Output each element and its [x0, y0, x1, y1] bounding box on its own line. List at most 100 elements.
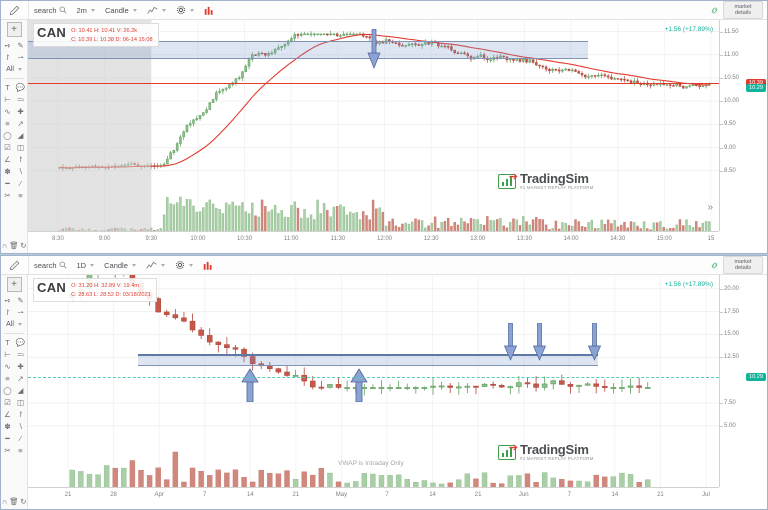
brush-icon[interactable]: ✽ [2, 421, 14, 432]
up-arrow-annotation[interactable] [241, 367, 259, 402]
volume-toggle[interactable] [198, 256, 218, 274]
horizontal-ray-icon[interactable]: ━ [2, 178, 14, 189]
parallel-channel-icon[interactable]: ≕ [15, 349, 27, 360]
layer-filter-dropdown[interactable]: All [6, 321, 22, 328]
cursor-icon[interactable]: ➺ [2, 40, 14, 51]
shape-icon[interactable]: ◢ [15, 130, 27, 141]
settings-selector[interactable] [170, 256, 198, 274]
wave-icon[interactable]: ∿ [2, 106, 14, 117]
list-icon[interactable]: ≡ [15, 445, 27, 456]
ray-icon[interactable]: ∖ [15, 166, 27, 177]
ellipse-icon[interactable]: ◯ [2, 385, 14, 396]
restore-icon[interactable]: ↻ [20, 496, 27, 507]
angle-icon[interactable]: ∠ [2, 409, 14, 420]
search-input[interactable]: search [29, 1, 72, 19]
trend-line-icon[interactable]: ↗ [15, 118, 27, 129]
chart-type-selector[interactable]: Candle [100, 1, 142, 19]
indicator-selector[interactable] [141, 256, 170, 274]
link-icon[interactable] [710, 6, 719, 15]
timeframe-selector[interactable]: 1D [72, 256, 100, 274]
pitchfork-icon[interactable]: ↾ [15, 409, 27, 420]
trash-icon[interactable]: 🗑 [9, 240, 19, 251]
trend-line-icon[interactable]: ↗ [15, 373, 27, 384]
magnet-icon[interactable]: ∩ [1, 496, 8, 507]
daily-plot[interactable]: VWAP is Intraday Only ➔ TradingSim #1 MA… [28, 275, 719, 487]
pencil-icon[interactable] [1, 256, 29, 274]
crosshair-line-icon[interactable]: ✚ [15, 361, 27, 372]
measure-icon[interactable]: ◫ [15, 397, 27, 408]
note-icon[interactable]: 💬 [15, 337, 27, 348]
layer-filter-dropdown[interactable]: All [6, 66, 22, 73]
crosshair-tool-button[interactable]: + [6, 22, 22, 37]
note-icon[interactable]: 💬 [15, 82, 27, 93]
text-icon[interactable]: T [2, 337, 14, 348]
horizontal-line-icon[interactable]: ⊢ [2, 349, 14, 360]
brush-icon[interactable]: ✽ [2, 166, 14, 177]
intraday-price-axis[interactable]: 11.5011.0010.5010.009.509.008.5010.3910.… [719, 20, 767, 231]
link-icon[interactable] [710, 261, 719, 270]
intraday-chart-area[interactable]: ➔ TradingSim #1 MARKET REPLAY PLATFORM »… [28, 20, 767, 253]
parallel-channel-icon[interactable]: ≕ [15, 94, 27, 105]
horizontal-line-icon[interactable]: ⊢ [2, 94, 14, 105]
undo-icon[interactable]: ↾ [2, 307, 14, 318]
fib-icon[interactable]: ≡ [2, 373, 14, 384]
daily-time-axis[interactable]: 21 28 Apr 7 14 21 May 7 14 21 Jun 7 14 21 Jul [28, 487, 719, 509]
support-zone-annotation[interactable] [138, 355, 598, 366]
intraday-plot[interactable]: ➔ TradingSim #1 MARKET REPLAY PLATFORM » [28, 20, 719, 231]
price-tick: 7.50 [720, 400, 736, 406]
down-arrow-annotation[interactable] [588, 323, 601, 362]
pitchfork-icon[interactable]: ↾ [15, 154, 27, 165]
shape-icon[interactable]: ◢ [15, 385, 27, 396]
text-icon[interactable]: T [2, 82, 14, 93]
price-pill[interactable]: 10.29 [746, 83, 766, 92]
ellipse-icon[interactable]: ◯ [2, 130, 14, 141]
indicator-selector[interactable] [142, 1, 171, 19]
magnet-icon[interactable]: ∩ [1, 240, 8, 251]
scissors-icon[interactable]: ✂ [2, 445, 14, 456]
scissors-icon[interactable]: ✂ [2, 190, 14, 201]
cursor-icon[interactable]: ➺ [2, 295, 14, 306]
market-details-button[interactable]: market details [723, 256, 763, 275]
pencil-icon[interactable]: ✎ [15, 40, 27, 51]
list-icon[interactable]: ≡ [15, 190, 27, 201]
redo-icon[interactable]: ⇀ [15, 52, 27, 63]
market-details-button[interactable]: market details [723, 1, 763, 20]
down-arrow-annotation[interactable] [533, 323, 546, 362]
restore-icon[interactable]: ↻ [20, 240, 27, 251]
timeframe-selector[interactable]: 2m [72, 1, 100, 19]
crosshair-tool-button[interactable]: + [6, 277, 22, 292]
settings-selector[interactable] [171, 1, 199, 19]
expand-chevron-icon[interactable]: » [707, 202, 713, 213]
search-input[interactable]: search [29, 256, 72, 274]
ray-icon[interactable]: ∖ [15, 421, 27, 432]
price-pill[interactable]: 10.29 [746, 373, 766, 382]
pencil-icon[interactable]: ✎ [15, 295, 27, 306]
chevron-down-icon [90, 8, 95, 12]
undo-icon[interactable]: ↾ [2, 52, 14, 63]
angle-icon[interactable]: ∠ [2, 154, 14, 165]
volume-toggle[interactable] [199, 1, 219, 19]
down-arrow-annotation[interactable] [504, 323, 517, 362]
check-icon[interactable]: ☑ [2, 142, 14, 153]
fib-icon[interactable]: ≡ [2, 118, 14, 129]
crosshair-line-icon[interactable]: ✚ [15, 106, 27, 117]
support-line-annotation[interactable] [138, 354, 598, 357]
down-arrow-annotation[interactable] [367, 28, 381, 69]
intraday-time-axis[interactable]: 8:30 9:00 9:30 10:00 10:30 11:00 11:30 12:00 12:… [28, 231, 719, 253]
check-icon[interactable]: ☑ [2, 397, 14, 408]
pencil-icon[interactable] [1, 1, 29, 19]
chart-type-selector[interactable]: Candle [99, 256, 141, 274]
trash-icon[interactable]: 🗑 [9, 496, 19, 507]
bar-chart-icon [203, 261, 212, 270]
daily-toolbar: search 1D Candle market details [1, 256, 767, 275]
diagonal-icon[interactable]: ∕ [15, 433, 27, 444]
daily-chart-area[interactable]: VWAP is Intraday Only ➔ TradingSim #1 MA… [28, 275, 767, 509]
up-arrow-annotation[interactable] [350, 367, 368, 402]
redo-icon[interactable]: ⇀ [15, 307, 27, 318]
measure-icon[interactable]: ◫ [15, 142, 27, 153]
wave-icon[interactable]: ∿ [2, 361, 14, 372]
daily-price-axis[interactable]: 20.00 17.50 15.00 12.50 7.50 5.00 10.29 [719, 275, 767, 487]
time-tick: 12:30 [423, 236, 439, 242]
horizontal-ray-icon[interactable]: ━ [2, 433, 14, 444]
diagonal-icon[interactable]: ∕ [15, 178, 27, 189]
